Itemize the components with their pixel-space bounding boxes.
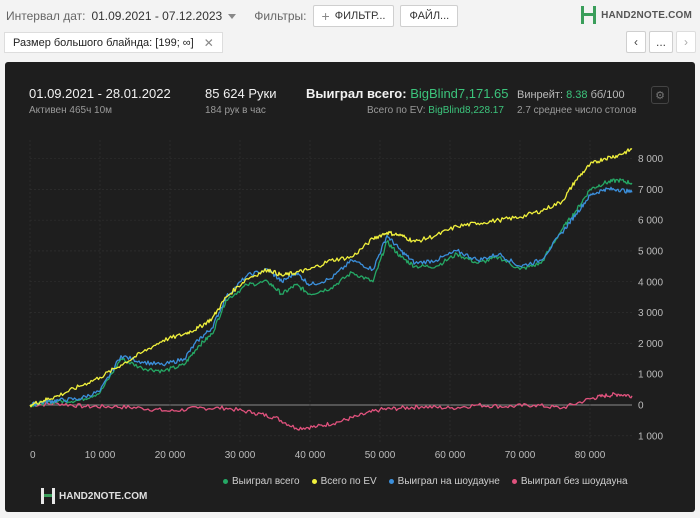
close-icon[interactable]: ✕ xyxy=(204,36,214,50)
x-tick-label: 80 000 xyxy=(575,450,606,461)
date-range-select[interactable]: 01.09.2021 - 07.12.2023 xyxy=(91,9,237,23)
watermark: HAND2NOTE.COM xyxy=(41,488,147,504)
y-tick-label: 0 xyxy=(638,401,644,412)
chart-legend: Выиграл всего Всего по EV Выиграл на шоуда… xyxy=(223,476,640,487)
x-tick-label: 50 000 xyxy=(365,450,396,461)
legend-item-ev[interactable]: Всего по EV xyxy=(311,476,377,487)
more-button[interactable]: ... xyxy=(649,31,673,53)
x-tick-label: 60 000 xyxy=(435,450,466,461)
chevron-left-icon: ‹ xyxy=(634,35,638,49)
next-button[interactable]: › xyxy=(676,31,696,53)
bankroll-chart: 8 000 7 000 6 000 5 000 4 000 3 000 2 000 1 000… xyxy=(29,140,663,461)
x-tick-label: 40 000 xyxy=(295,450,326,461)
watermark-logo-icon xyxy=(41,488,55,504)
legend-dot xyxy=(311,479,317,484)
date-range-value: 01.09.2021 - 07.12.2023 xyxy=(91,9,223,23)
series-line-won xyxy=(29,178,633,408)
logo-text: HAND2NOTE.COM xyxy=(601,9,692,21)
filter-chip-label: Размер большого блайнда: [199; ∞] xyxy=(13,36,194,49)
legend-dot xyxy=(511,479,517,484)
legend-item-won[interactable]: Выиграл всего xyxy=(223,476,300,487)
file-button[interactable]: ФАЙЛ... xyxy=(400,5,459,27)
series-line-nonshowdown xyxy=(30,392,633,431)
graph-panel: 01.09.2021 - 28.01.2022 Активен 465ч 10м… xyxy=(5,62,695,512)
x-tick-label: 20 000 xyxy=(155,450,186,461)
prev-button[interactable]: ‹ xyxy=(626,31,646,53)
legend-item-showdown[interactable]: Выиграл на шоудауне xyxy=(388,476,500,487)
more-label: ... xyxy=(655,35,666,49)
y-tick-label: 8 000 xyxy=(638,154,663,165)
brand-logo: HAND2NOTE.COM xyxy=(581,6,692,24)
legend-dot xyxy=(223,479,228,484)
file-button-label: ФАЙЛ... xyxy=(409,10,450,22)
logo-icon xyxy=(581,6,597,24)
y-tick-label: 1 000 xyxy=(638,370,663,381)
x-tick-label: 70 000 xyxy=(505,450,536,461)
y-tick-label: 3 000 xyxy=(638,308,663,319)
y-tick-label: 6 000 xyxy=(638,216,663,227)
legend-label: Выиграл на шоудауне xyxy=(397,476,500,487)
x-tick-label: 10 000 xyxy=(85,450,116,461)
y-tick-label: 4 000 xyxy=(638,277,663,288)
filters-label: Фильтры: xyxy=(254,9,307,23)
interval-label: Интервал дат: xyxy=(6,9,86,23)
watermark-text: HAND2NOTE.COM xyxy=(59,490,148,502)
filter-chip[interactable]: Размер большого блайнда: [199; ∞] ✕ xyxy=(4,32,223,53)
y-tick-label: 5 000 xyxy=(638,246,663,257)
chevron-down-icon xyxy=(228,13,237,19)
filter-button-label: ФИЛЬТР... xyxy=(334,10,386,22)
filter-button[interactable]: + ФИЛЬТР... xyxy=(312,5,395,27)
plus-icon: + xyxy=(321,8,330,24)
y-tick-label: 1 000 xyxy=(638,431,663,442)
legend-label: Выиграл без шоудауна xyxy=(520,476,628,487)
y-tick-label: 2 000 xyxy=(638,339,663,350)
legend-item-nonshowdown[interactable]: Выиграл без шоудауна xyxy=(511,476,628,487)
legend-label: Выиграл всего xyxy=(232,476,300,487)
series-line-ev xyxy=(29,148,633,408)
chevron-right-icon: › xyxy=(684,35,688,49)
x-tick-label: 30 000 xyxy=(225,450,256,461)
legend-dot xyxy=(388,479,394,484)
x-tick-label: 0 xyxy=(30,450,36,461)
y-tick-label: 7 000 xyxy=(638,185,663,196)
legend-label: Всего по EV xyxy=(320,476,377,487)
top-bar: Интервал дат: 01.09.2021 - 07.12.2023 Фи… xyxy=(0,0,700,32)
